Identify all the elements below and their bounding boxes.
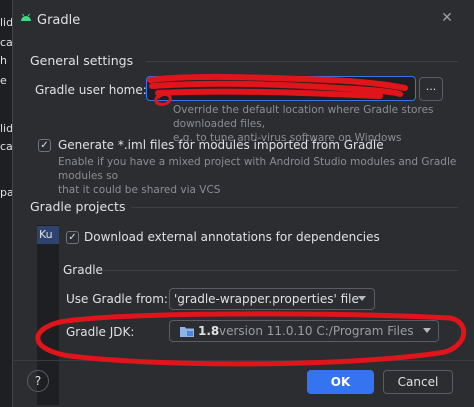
redaction-loop: [154, 92, 172, 106]
red-annotation-overlay: [35, 73, 467, 367]
highlight-circle: [35, 311, 467, 367]
redaction-scribble: [147, 73, 408, 99]
